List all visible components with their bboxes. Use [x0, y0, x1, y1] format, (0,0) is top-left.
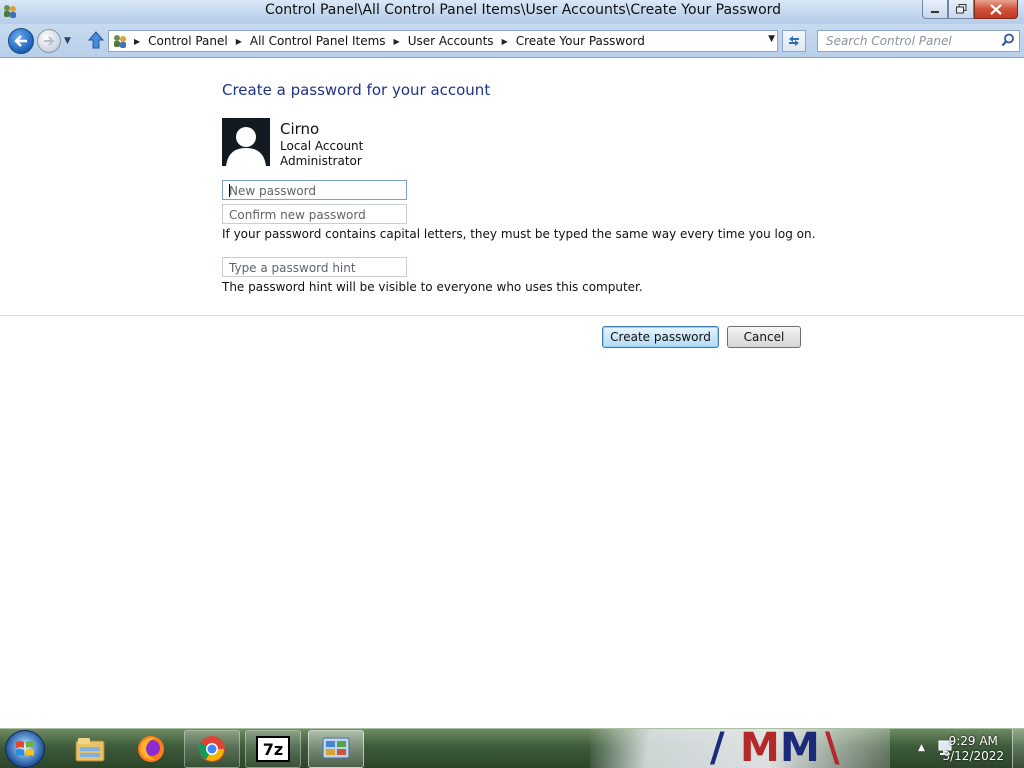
text-cursor	[229, 184, 230, 197]
firefox-icon[interactable]	[123, 730, 179, 768]
forward-arrow-icon[interactable]	[37, 29, 61, 53]
new-password-field[interactable]	[222, 180, 407, 200]
chevron-right-icon[interactable]: ▶	[236, 37, 242, 46]
restore-icon[interactable]	[948, 0, 974, 19]
clock[interactable]: 9:29 AM 3/12/2022	[942, 734, 1004, 764]
user-name: Cirno	[280, 120, 320, 138]
account-role: Administrator	[280, 154, 362, 168]
page-title: Create a password for your account	[222, 81, 491, 99]
address-bar[interactable]: ▶ Control Panel ▶ All Control Panel Item…	[108, 30, 778, 52]
address-dropdown-icon[interactable]: ▼	[768, 34, 775, 44]
create-password-button[interactable]: Create password	[602, 326, 719, 348]
control-panel-icon	[114, 35, 126, 48]
divider	[0, 315, 1024, 316]
search-icon[interactable]	[1001, 33, 1015, 47]
close-icon[interactable]	[974, 0, 1018, 19]
navigation-bar: ▼ ▶ Control Panel ▶ All Control Panel It…	[0, 24, 1024, 58]
7zip-icon[interactable]: 7z	[245, 730, 301, 768]
clock-time: 9:29 AM	[948, 734, 998, 748]
chrome-icon[interactable]	[184, 730, 240, 768]
window-title: Control Panel\All Control Panel Items\Us…	[264, 2, 782, 18]
capital-letters-note: If your password contains capital letter…	[222, 227, 816, 241]
search-input[interactable]: Search Control Panel	[817, 30, 1020, 52]
up-arrow-icon[interactable]	[87, 31, 105, 53]
recent-pages-dropdown-icon[interactable]: ▼	[64, 36, 71, 46]
wallpaper-peek: / M M \	[590, 729, 890, 768]
breadcrumb-user-accounts[interactable]: ▶ User Accounts	[394, 34, 494, 48]
7zip-label: 7z	[263, 740, 283, 759]
password-hint-field[interactable]	[222, 257, 407, 277]
cancel-button[interactable]: Cancel	[727, 326, 801, 348]
start-button[interactable]	[5, 730, 45, 768]
window-controls	[922, 0, 1018, 20]
user-silhouette-icon	[222, 118, 270, 166]
breadcrumb-all-items[interactable]: ▶ All Control Panel Items	[236, 34, 386, 48]
breadcrumb-control-panel[interactable]: ▶ Control Panel	[134, 34, 228, 48]
account-type: Local Account	[280, 139, 364, 153]
user-avatar	[222, 118, 270, 166]
chevron-right-icon[interactable]: ▶	[134, 37, 140, 46]
title-bar: Control Panel\All Control Panel Items\Us…	[0, 0, 1024, 24]
system-tray: ▲ 9:29 AM 3/12/2022	[884, 729, 1024, 768]
chevron-right-icon[interactable]: ▶	[394, 37, 400, 46]
breadcrumb-create-password[interactable]: ▶ Create Your Password	[502, 34, 645, 48]
control-panel-taskbar-icon[interactable]	[308, 730, 364, 768]
refresh-icon[interactable]	[782, 30, 806, 52]
show-desktop-button[interactable]	[1012, 729, 1024, 768]
search-placeholder: Search Control Panel	[826, 34, 952, 48]
clock-date: 3/12/2022	[942, 749, 1004, 763]
chevron-right-icon[interactable]: ▶	[502, 37, 508, 46]
hint-visibility-note: The password hint will be visible to eve…	[222, 280, 643, 294]
taskbar: / M M \ 7z ▲ 9:29 AM 3/12/2022	[0, 728, 1024, 768]
show-hidden-icons-icon[interactable]: ▲	[918, 743, 925, 753]
windows-explorer-icon[interactable]	[62, 730, 118, 768]
confirm-password-field[interactable]	[222, 204, 407, 224]
back-arrow-icon[interactable]	[8, 28, 34, 54]
minimize-icon[interactable]	[922, 0, 948, 19]
windows-logo-icon	[16, 741, 34, 756]
content-area: Create a password for your account Cirno…	[0, 59, 1024, 728]
